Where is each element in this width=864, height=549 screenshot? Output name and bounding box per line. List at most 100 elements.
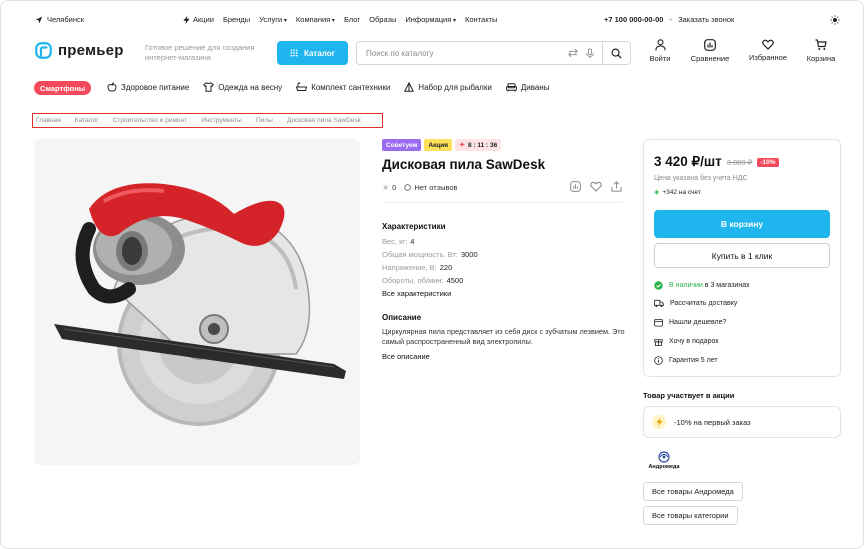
top-nav-info[interactable]: Информация (405, 15, 456, 24)
reviews-link[interactable]: Нет отзывов (404, 183, 458, 192)
warranty-row: Гарантия 5 лет (654, 356, 718, 365)
header-actions: Войти Сравнение Избранное Корзина (645, 39, 839, 63)
top-nav-brands[interactable]: Бренды (223, 15, 250, 24)
search-bar (356, 41, 631, 65)
contacts-block: +7 100 000-00-00 • Заказать звонок (604, 15, 735, 24)
quick-item-plumbing[interactable]: Комплект сантехники (296, 82, 390, 92)
crumb-construction[interactable]: Строительство и ремонт (113, 117, 187, 124)
gift-link[interactable]: Хочу в подарок (654, 337, 718, 346)
divider (382, 202, 622, 203)
callback-link[interactable]: Заказать звонок (678, 15, 734, 24)
badge-sale: Акция (424, 139, 453, 151)
rating[interactable]: ★ 0 (382, 183, 396, 192)
bonus-icon: ◈ (654, 189, 660, 196)
filter-icon[interactable] (568, 48, 578, 58)
crumb-tools[interactable]: Инструменты (201, 117, 242, 124)
all-description-link[interactable]: Все описание (382, 352, 430, 361)
truck-icon (654, 299, 664, 308)
add-to-cart-button[interactable]: В корзину (654, 210, 830, 238)
comment-icon (404, 184, 412, 191)
smartphones-chip[interactable]: Смартфоны (34, 81, 92, 95)
product-actions (570, 181, 622, 192)
quick-item-fishing[interactable]: Набор для рыбалки (404, 82, 492, 92)
tent-icon (404, 82, 415, 92)
heart-icon[interactable] (590, 181, 602, 192)
spec-voltage: Напряжение, В: 220 (382, 263, 453, 272)
breadcrumb: Главная · Каталог · Строительство и ремонт… (32, 113, 383, 128)
promo-card[interactable]: -10% на первый заказ (643, 406, 841, 438)
top-nav: Акции Бренды Услуги Компания Блог Образы… (183, 15, 497, 24)
description-text: Циркулярная пила представляет из себя ди… (382, 327, 625, 346)
all-category-products-button[interactable]: Все товары категории (643, 506, 738, 525)
quick-categories: Здоровое питание Одежда на весну Комплек… (107, 82, 549, 92)
search-input[interactable] (366, 48, 556, 58)
delivery-link[interactable]: Рассчитать доставку (654, 299, 737, 308)
compare-icon (704, 39, 716, 51)
promo-title: Товар участвует в акции (643, 391, 735, 400)
quick-item-spring-clothes[interactable]: Одежда на весну (203, 82, 282, 92)
user-icon (654, 39, 666, 51)
crumb-home[interactable]: Главная (36, 117, 61, 124)
circular-saw-illustration (54, 183, 346, 426)
tagline: Готовое решение для создания интернет-ма… (145, 43, 255, 62)
phone-number[interactable]: +7 100 000-00-00 (604, 15, 663, 24)
timer-bolt-icon: ✦ (459, 142, 465, 149)
crumb-catalog[interactable]: Каталог (75, 117, 99, 124)
share-icon[interactable] (611, 181, 622, 192)
city-selector[interactable]: Челябинск (35, 15, 84, 24)
heart-icon (762, 39, 774, 50)
compare-icon[interactable] (570, 181, 581, 192)
current-price: 3 420 ₽/шт (654, 154, 722, 169)
found-cheaper-link[interactable]: Нашли дешевле? (654, 318, 726, 327)
compare-button[interactable]: Сравнение (687, 39, 733, 63)
logo[interactable]: премьер (35, 42, 124, 59)
wallet-icon (654, 318, 663, 327)
top-nav-blog[interactable]: Блог (344, 15, 360, 24)
badge-timer: ✦ 8 : 11 : 36 (455, 139, 502, 151)
quick-item-sofas[interactable]: Диваны (505, 82, 549, 92)
price-row: 3 420 ₽/шт 3 800 ₽ -10% (654, 154, 779, 170)
brand-logo[interactable]: Андромеда (645, 451, 683, 470)
top-nav-contacts[interactable]: Контакты (465, 15, 497, 24)
sofa-icon (505, 82, 517, 92)
product-image[interactable] (34, 139, 360, 465)
info-icon (654, 356, 663, 365)
theme-sun-icon[interactable] (830, 15, 840, 25)
tshirt-icon (203, 82, 215, 92)
top-nav-services[interactable]: Услуги (259, 15, 287, 24)
product-badges: Советуем Акция ✦ 8 : 11 : 36 (382, 139, 502, 151)
cart-icon (815, 39, 827, 50)
crumb-saws[interactable]: Пилы (256, 117, 273, 124)
discount-badge: -10% (757, 157, 779, 167)
bonus-row: ◈ +342 на счет (654, 188, 701, 197)
top-nav-company[interactable]: Компания (296, 15, 335, 24)
brand-emblem-icon (658, 451, 670, 463)
logo-text: премьер (58, 42, 124, 59)
search-icon[interactable] (611, 48, 622, 59)
location-arrow-icon (35, 16, 43, 23)
all-brand-products-button[interactable]: Все товары Андромеда (643, 482, 743, 501)
one-click-buy-button[interactable]: Купить в 1 клик (654, 243, 830, 268)
microphone-icon[interactable] (586, 48, 594, 59)
logo-mark-icon (35, 42, 52, 59)
apple-icon (107, 82, 117, 92)
all-specs-link[interactable]: Все характеристики (382, 289, 451, 298)
login-button[interactable]: Войти (645, 39, 675, 63)
specs-title: Характеристики (382, 222, 446, 231)
spec-rpm: Обороты, об/мин: 4500 (382, 276, 464, 285)
page: Челябинск Акции Бренды Услуги Компания Б… (0, 0, 864, 549)
favorites-button[interactable]: Избранное (745, 39, 791, 63)
rating-row: ★ 0 Нет отзывов (382, 183, 458, 192)
top-nav-looks[interactable]: Образы (369, 15, 396, 24)
product-title: Дисковая пила SawDesk (382, 157, 546, 172)
description-title: Описание (382, 313, 422, 322)
stock-row[interactable]: В наличии в 3 магазинах (654, 281, 750, 290)
quick-item-healthy-food[interactable]: Здоровое питание (107, 82, 189, 92)
promo-bolt-icon (652, 415, 666, 429)
top-nav-sales[interactable]: Акции (183, 15, 214, 24)
catalog-button[interactable]: Каталог (277, 41, 348, 65)
lightning-icon (183, 15, 190, 24)
cart-button[interactable]: Корзина (803, 39, 839, 63)
badge-recommended: Советуем (382, 139, 422, 151)
spec-power: Общая мощность, Вт: 3000 (382, 250, 478, 259)
